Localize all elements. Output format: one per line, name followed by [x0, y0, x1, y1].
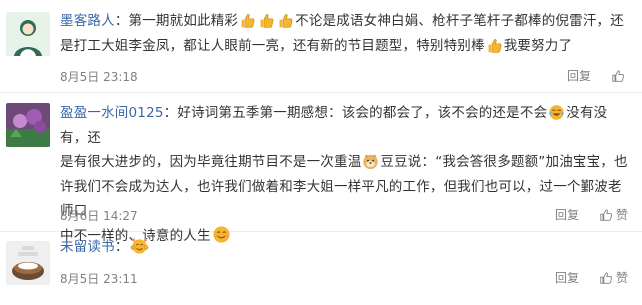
doge-emoji-icon [362, 153, 379, 170]
thumbs-up-emoji-icon [277, 12, 294, 29]
thumb-like-icon [612, 70, 625, 82]
reply-button[interactable]: 回复 [555, 269, 579, 286]
avatar[interactable] [6, 103, 50, 147]
comment-text: 未留读书： [60, 235, 630, 260]
cheering-emoji-icon [130, 236, 149, 255]
comment-item: 未留读书： 8月5日 23:11 回复 赞 [0, 231, 642, 305]
thumbs-up-emoji-icon [486, 37, 503, 54]
username[interactable]: 墨客路人 [60, 13, 115, 29]
comment-time: 8月5日 23:11 [60, 272, 138, 286]
like-button[interactable] [611, 69, 628, 83]
like-button[interactable]: 赞 [599, 206, 628, 223]
comment-text: 盈盈一水间0125：好诗词第五季第一期感想：该会的都会了，该不会的还是不会 没有没… [60, 104, 628, 244]
comment-text: 墨客路人：第一期就如此精彩 不论是成语女神白娟、枪杆子笔杆子都棒的倪雷汗，还 是打… [60, 12, 624, 54]
reply-button[interactable]: 回复 [567, 67, 591, 84]
comment-time: 8月5日 23:18 [60, 70, 138, 84]
avatar[interactable] [6, 12, 50, 56]
thumbs-up-emoji-icon [258, 12, 275, 29]
like-button[interactable]: 赞 [599, 269, 628, 286]
thumbs-up-emoji-icon [239, 12, 256, 29]
thumb-like-icon [600, 209, 612, 221]
avatar[interactable] [6, 241, 50, 285]
laughing-crying-emoji-icon [548, 104, 565, 121]
comment-item: 墨客路人：第一期就如此精彩 不论是成语女神白娟、枪杆子笔杆子都棒的倪雷汗，还 是打… [0, 0, 642, 93]
username[interactable]: 未留读书 [60, 239, 115, 255]
comment-time: 8月6日 14:27 [60, 209, 138, 223]
comment-item: 盈盈一水间0125：好诗词第五季第一期感想：该会的都会了，该不会的还是不会 没有没… [0, 92, 642, 244]
thumb-like-icon [600, 272, 612, 284]
reply-button[interactable]: 回复 [555, 206, 579, 223]
username[interactable]: 盈盈一水间0125 [60, 105, 164, 121]
